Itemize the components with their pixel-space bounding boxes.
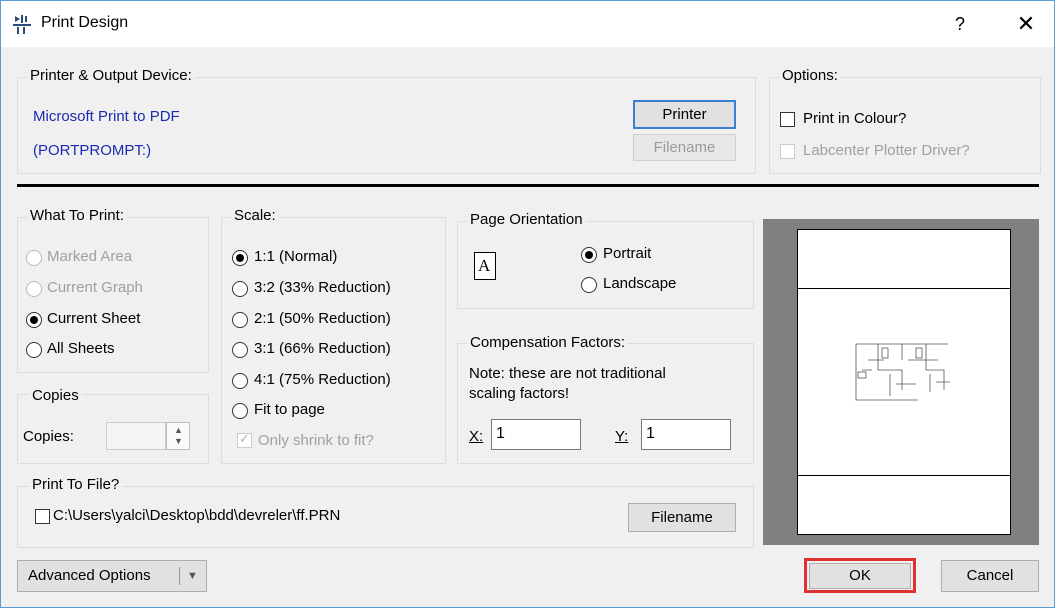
print-colour-checkbox[interactable] <box>780 112 795 127</box>
fit-to-page-label: Fit to page <box>254 401 325 418</box>
spinner-down-icon[interactable]: ▼ <box>174 436 183 446</box>
y-factor-input[interactable]: 1 <box>641 419 731 450</box>
marked-area-label: Marked Area <box>47 248 133 265</box>
landscape-radio[interactable] <box>581 277 597 293</box>
x-factor-input[interactable]: 1 <box>491 419 581 450</box>
scale-4-1-label: 4:1 (75% Reduction) <box>254 371 391 388</box>
current-graph-radio[interactable] <box>26 281 42 297</box>
checkmark-icon: ✓ <box>239 431 250 446</box>
printer-device-port: (PORTPROMPT:) <box>33 142 152 159</box>
spinner-up-icon[interactable]: ▲ <box>174 425 183 435</box>
plotter-driver-checkbox[interactable] <box>780 144 795 159</box>
printer-device-name: Microsoft Print to PDF <box>33 108 180 125</box>
copies-input[interactable] <box>106 422 166 450</box>
y-factor-label: Y: <box>615 428 629 445</box>
preview-top-band <box>798 230 1010 289</box>
portrait-page-icon: A <box>474 252 496 280</box>
print-colour-label: Print in Colour? <box>803 110 907 127</box>
portrait-label: Portrait <box>603 245 652 262</box>
portrait-radio[interactable] <box>581 247 597 263</box>
what-to-print-label: What To Print: <box>27 207 127 224</box>
title-bar: Print Design ? ✕ <box>1 1 1054 47</box>
options-label: Options: <box>779 67 841 84</box>
copies-field-label: Copies: <box>23 428 74 445</box>
print-to-file-label: Print To File? <box>29 476 123 493</box>
page-preview-panel <box>763 219 1039 545</box>
scale-3-2-label: 3:2 (33% Reduction) <box>254 279 391 296</box>
ok-button[interactable]: OK <box>809 563 911 589</box>
advanced-options-label: Advanced Options <box>28 567 151 584</box>
copies-group-label: Copies <box>29 387 82 404</box>
all-sheets-label: All Sheets <box>47 340 115 357</box>
page-orientation-group <box>457 221 754 309</box>
page-orientation-label: Page Orientation <box>467 211 586 228</box>
scale-3-1-radio[interactable] <box>232 342 248 358</box>
current-sheet-label: Current Sheet <box>47 310 141 327</box>
compensation-note-line2: scaling factors! <box>469 385 570 402</box>
preview-schematic-thumbnail <box>855 343 950 401</box>
print-design-app-icon <box>13 15 31 34</box>
scale-3-2-radio[interactable] <box>232 281 248 297</box>
all-sheets-radio[interactable] <box>26 342 42 358</box>
marked-area-radio[interactable] <box>26 250 42 266</box>
scale-4-1-radio[interactable] <box>232 373 248 389</box>
shrink-to-fit-checkbox[interactable]: ✓ <box>237 431 252 448</box>
separator-line <box>17 184 1039 187</box>
scale-2-1-label: 2:1 (50% Reduction) <box>254 310 391 327</box>
printer-filename-button[interactable]: Filename <box>633 134 736 161</box>
scale-2-1-radio[interactable] <box>232 312 248 328</box>
advanced-options-divider <box>179 567 180 585</box>
scale-label: Scale: <box>231 207 279 224</box>
current-sheet-radio[interactable] <box>26 312 42 328</box>
current-graph-label: Current Graph <box>47 279 143 296</box>
print-file-filename-button[interactable]: Filename <box>628 503 736 532</box>
help-button[interactable]: ? <box>945 9 975 39</box>
preview-page <box>797 229 1011 535</box>
cancel-button[interactable]: Cancel <box>941 560 1039 592</box>
print-design-dialog: Print Design ? ✕ Printer & Output Device… <box>0 0 1055 608</box>
fit-to-page-radio[interactable] <box>232 403 248 419</box>
printer-output-label: Printer & Output Device: <box>27 67 195 84</box>
compensation-note-line1: Note: these are not traditional <box>469 365 666 382</box>
plotter-driver-label: Labcenter Plotter Driver? <box>803 142 970 159</box>
compensation-label: Compensation Factors: <box>467 334 629 351</box>
landscape-label: Landscape <box>603 275 677 292</box>
x-factor-label: X: <box>469 428 484 445</box>
scale-1-1-label: 1:1 (Normal) <box>254 248 338 265</box>
scale-1-1-radio[interactable] <box>232 250 248 266</box>
printer-button[interactable]: Printer <box>633 100 736 129</box>
dropdown-arrow-icon[interactable]: ▼ <box>187 561 198 591</box>
scale-3-1-label: 3:1 (66% Reduction) <box>254 340 391 357</box>
copies-spinner[interactable]: ▲ ▼ <box>166 422 190 450</box>
print-to-file-checkbox[interactable] <box>35 509 50 524</box>
close-button[interactable]: ✕ <box>1011 9 1041 39</box>
print-file-path: C:\Users\yalci\Desktop\bdd\devreler\ff.P… <box>53 507 341 524</box>
advanced-options-button[interactable]: Advanced Options ▼ <box>17 560 207 592</box>
dialog-title: Print Design <box>41 14 129 31</box>
shrink-to-fit-label: Only shrink to fit? <box>258 432 374 449</box>
page-icon-glyph: A <box>478 256 491 275</box>
preview-bottom-band <box>798 475 1010 534</box>
